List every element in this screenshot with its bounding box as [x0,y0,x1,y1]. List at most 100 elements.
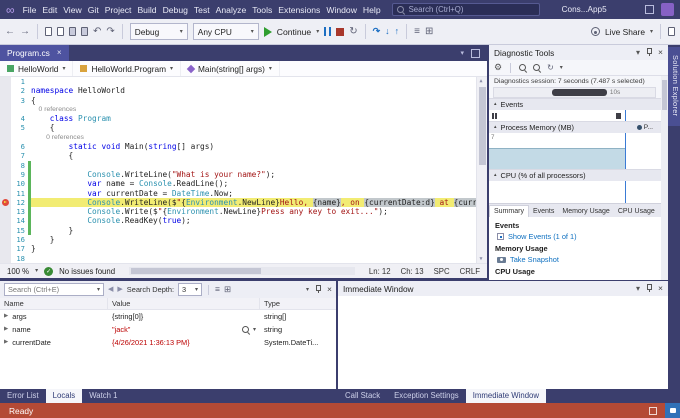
menu-tools[interactable]: Tools [249,3,275,17]
breadcrumb-method[interactable]: Main(string[] args) ▾ [181,61,280,76]
chevron-down-icon[interactable]: ▾ [316,29,319,35]
search-depth-dropdown[interactable]: 3 ▾ [178,283,202,296]
events-section-header[interactable]: ▴ Events [489,98,668,110]
menu-git[interactable]: Git [85,3,102,17]
editor-vertical-scrollbar[interactable]: ▲ ▼ [476,77,487,263]
menu-build[interactable]: Build [134,3,159,17]
step-into-icon[interactable]: ↓ [385,27,390,36]
menu-analyze[interactable]: Analyze [213,3,250,17]
breakpoint-margin[interactable] [0,161,11,170]
current-statement-breakpoint-icon[interactable] [2,199,9,206]
close-icon[interactable]: × [57,49,62,57]
zoom-in-icon[interactable] [519,64,527,72]
menu-edit[interactable]: Edit [39,3,60,17]
code-line[interactable]: 8 [0,161,487,170]
continue-play-icon[interactable] [264,27,272,37]
code-line[interactable]: 17} [0,244,487,253]
bottom-tab-error-list[interactable]: Error List [0,389,46,403]
code-line[interactable]: 15 } [0,226,487,235]
variable-value[interactable]: "jack" [112,325,130,334]
step-over-icon[interactable]: ↷ [373,27,381,36]
locals-row-args[interactable]: ▶args{string[0]}string[] [0,310,336,323]
menu-test[interactable]: Test [191,3,213,17]
solution-configuration-dropdown[interactable]: Debug ▾ [130,23,188,40]
scrollbar-thumb[interactable] [662,80,667,110]
code-line[interactable]: 7 { [0,151,487,160]
tab-program-cs[interactable]: Program.cs × [0,45,69,61]
text-visualizer-icon[interactable] [242,326,250,334]
live-share-button[interactable]: Live Share [605,27,645,37]
breakpoint-margin[interactable] [0,244,11,253]
tab-memory-usage[interactable]: Memory Usage [558,206,613,217]
take-snapshot-link[interactable]: Take Snapshot [497,255,662,264]
navigate-forward-icon[interactable]: → [20,27,30,37]
codelens-references[interactable]: 0 references [31,105,487,114]
zoom-out-icon[interactable] [533,64,541,72]
code-line[interactable]: 16 } [0,235,487,244]
column-header-type[interactable]: Type [260,298,336,309]
code-line[interactable]: 13 Console.Write($"{Environment.NewLine}… [0,207,487,216]
close-icon[interactable]: × [658,48,663,57]
quick-search-box[interactable]: Search (Ctrl+Q) [392,3,540,16]
breakpoint-margin[interactable] [0,207,11,216]
locals-row-currentDate[interactable]: ▶currentDate{4/26/2021 1:36:13 PM}System… [0,336,336,349]
reset-view-icon[interactable]: ↻ [547,64,554,72]
column-header-value[interactable]: Value [108,298,260,309]
code-line[interactable]: 4 class Program [0,114,487,123]
new-file-icon[interactable] [45,27,52,36]
open-file-icon[interactable] [57,27,64,36]
scroll-down-icon[interactable]: ▼ [480,256,483,262]
locals-row-name[interactable]: ▶name"jack"▾string [0,323,336,336]
breakpoint-margin[interactable] [0,254,11,263]
breakpoint-margin[interactable] [0,142,11,151]
save-all-icon[interactable] [81,27,88,36]
breakpoint-margin[interactable] [0,151,11,160]
pin-icon[interactable] [646,48,652,57]
variable-value[interactable]: {string[0]} [112,312,143,321]
save-icon[interactable] [69,27,76,36]
breakpoint-margin[interactable] [0,198,11,207]
chevron-down-icon[interactable]: ▾ [560,65,563,71]
scrollbar-thumb[interactable] [479,87,486,165]
search-prev-icon[interactable]: ◀ [108,286,113,293]
code-line[interactable]: 5 { [0,123,487,132]
tab-cpu-usage[interactable]: CPU Usage [614,206,659,217]
gear-icon[interactable]: ⚙ [494,62,502,73]
menu-file[interactable]: File [20,3,40,17]
breakpoint-margin[interactable] [0,235,11,244]
menu-window[interactable]: Window [323,3,360,17]
code-line[interactable]: 11 var currentDate = DateTime.Now; [0,189,487,198]
breakpoint-margin[interactable] [0,189,11,198]
menu-debug[interactable]: Debug [160,3,191,17]
breakpoint-margin[interactable] [0,179,11,188]
code-line[interactable]: 6 static void Main(string[] args) [0,142,487,151]
locals-search-input[interactable]: Search (Ctrl+E) ▾ [4,283,104,296]
chevron-down-icon[interactable]: ▾ [253,327,256,333]
search-next-icon[interactable]: ▶ [117,286,122,293]
send-feedback-icon[interactable] [665,403,680,418]
notifications-icon[interactable] [645,5,654,14]
event-mark[interactable] [616,113,621,119]
zoom-level-dropdown[interactable]: 100 % [7,267,29,276]
code-line[interactable]: 18 [0,254,487,263]
feedback-icon[interactable] [668,27,675,36]
code-line[interactable]: 2namespace HelloWorld [0,86,487,95]
chevron-down-icon[interactable]: ▾ [460,49,464,57]
code-line[interactable]: 1 [0,77,487,86]
menu-view[interactable]: View [60,3,84,17]
notifications-bell-icon[interactable] [649,407,657,415]
close-icon[interactable]: × [327,285,332,294]
restart-icon[interactable]: ↻ [349,27,357,37]
breadcrumb-project[interactable]: HelloWorld ▾ [0,61,73,76]
cpu-section-header[interactable]: ▴ CPU (% of all processors) [489,169,668,181]
list-icon[interactable]: ≡ [414,27,420,37]
immediate-window-input-area[interactable] [338,296,668,389]
solution-explorer-collapsed-tab[interactable]: Solution Explorer [668,47,680,126]
health-message[interactable]: No issues found [59,267,115,276]
cpu-chart[interactable] [489,181,668,203]
chevron-down-icon[interactable]: ▾ [636,284,640,293]
breakpoint-margin[interactable] [0,133,11,142]
code-line[interactable]: 14 Console.ReadKey(true); [0,216,487,225]
memory-section-header[interactable]: ▴ Process Memory (MB) P... [489,121,668,133]
show-events-link[interactable]: Show Events (1 of 1) [497,232,662,241]
